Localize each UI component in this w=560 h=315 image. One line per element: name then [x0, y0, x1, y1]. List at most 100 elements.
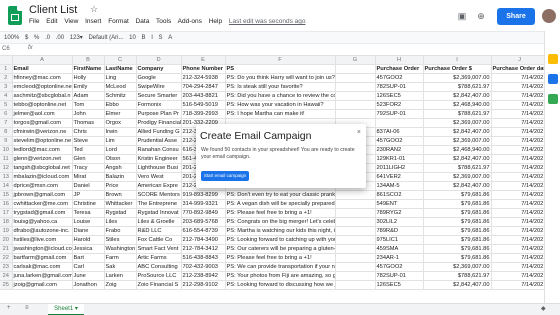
menu-add-ons[interactable]: Add-ons [178, 18, 202, 25]
keep-icon[interactable] [548, 54, 558, 64]
header-ps[interactable]: PS [225, 64, 336, 74]
table-row[interactable]: 4 aschmitz@sbcglobal.n Adam Schmitz Secure S… [0, 91, 549, 101]
table-row[interactable]: 19 dfrabo@autozone-inc. Diane Frabo R&D LLC 6… [0, 226, 549, 236]
cell[interactable]: Vero West [136, 172, 182, 182]
cell[interactable]: Tracy [72, 163, 105, 173]
font-size-menu[interactable]: 10 [129, 32, 136, 44]
cell[interactable]: 7/14/2021 [491, 145, 549, 155]
cell[interactable]: torgox@gmail.com [12, 118, 73, 128]
cell[interactable]: 7/14/2021 [491, 100, 549, 110]
cell[interactable]: 212-238-8942 [181, 271, 226, 281]
cell[interactable]: 7/14/2021 [491, 217, 549, 227]
header-last-name[interactable]: LastName [104, 64, 137, 74]
table-row[interactable]: 23 carlsak@mac.com Carl Sak ABC Consulting 70… [0, 262, 549, 272]
cell[interactable]: PS: Don't even try to eat your classic p… [225, 190, 336, 200]
cell[interactable]: PS: Your photos from Fiji are amazing, s… [225, 271, 336, 281]
bold-button[interactable]: B [142, 32, 146, 44]
cell[interactable]: tangsh@sbcglobal.net [12, 163, 73, 173]
row-number[interactable]: 8 [0, 127, 13, 137]
header-phone[interactable]: Phone Number [181, 64, 226, 74]
cell[interactable]: Kristin Engineer [136, 154, 182, 164]
cell[interactable] [335, 91, 376, 101]
cell[interactable]: PS: Martha is watching our kids this nig… [225, 226, 336, 236]
header-email[interactable]: Email [12, 64, 73, 74]
font-menu[interactable]: Default (Ari... [88, 32, 123, 44]
tasks-icon[interactable] [548, 74, 558, 84]
cell[interactable]: $2,369,007.00 [423, 136, 492, 146]
cell[interactable]: 7/14/2021 [491, 73, 549, 83]
cell[interactable]: Zoig [104, 280, 137, 290]
row-number[interactable]: 15 [0, 190, 13, 200]
decimal-increase-button[interactable]: .00 [56, 32, 64, 44]
cell[interactable]: $2,369,007.00 [423, 73, 492, 83]
cell[interactable]: The Entreprene [136, 199, 182, 209]
cell[interactable]: $79,681.86 [423, 199, 492, 209]
cell[interactable]: 616-554-8739 [181, 226, 226, 236]
cell[interactable]: Allied Funding G [136, 127, 182, 137]
cell[interactable]: Adam [72, 91, 105, 101]
cell[interactable]: 457GOO2 [375, 73, 424, 83]
cell[interactable]: Whittacker [104, 199, 137, 209]
column-header-i[interactable]: I [423, 56, 492, 65]
cell[interactable]: PS: Please feel free to bring a +1! [225, 253, 336, 263]
cell[interactable]: $2,468,940.00 [423, 145, 492, 155]
row-number[interactable]: 19 [0, 226, 13, 236]
avatar[interactable] [542, 9, 556, 23]
cell[interactable] [335, 235, 376, 245]
cell[interactable] [335, 271, 376, 281]
cell[interactable]: Jonathon [72, 280, 105, 290]
last-edit-text[interactable]: Last edit was seconds ago [229, 18, 306, 25]
cell[interactable]: PS: Our caterers will be preparing a glu… [225, 244, 336, 254]
cell[interactable] [335, 109, 376, 119]
cell[interactable]: 789R&D [375, 226, 424, 236]
column-header-g[interactable]: G [335, 56, 376, 65]
row-number[interactable]: 17 [0, 208, 13, 218]
tab-sheet1[interactable]: Sheet1 ▾ [48, 304, 84, 315]
cell[interactable]: aschmitz@sbcglobal.n [12, 91, 73, 101]
cell[interactable]: 549ENT [375, 199, 424, 209]
cell[interactable]: $79,681.86 [423, 208, 492, 218]
cell[interactable]: $2,369,007.00 [423, 118, 492, 128]
row-number[interactable]: 21 [0, 244, 13, 254]
cell[interactable]: June [72, 271, 105, 281]
menu-help[interactable]: Help [209, 18, 222, 25]
cell[interactable]: Bart [72, 253, 105, 263]
decimal-decrease-button[interactable]: .0 [45, 32, 50, 44]
cell[interactable]: 7/14/2021 [491, 136, 549, 146]
cell[interactable]: Prudential Asse [136, 136, 182, 146]
calendar-icon[interactable] [548, 94, 558, 104]
cell[interactable]: Sak [104, 262, 137, 272]
cell[interactable]: Thomas [72, 118, 105, 128]
header-blank[interactable] [335, 64, 376, 74]
add-sheet-icon[interactable]: + [7, 305, 11, 311]
column-header-j[interactable]: J [491, 56, 549, 65]
cell[interactable]: ProSource LLC [136, 271, 182, 281]
row-number[interactable]: 24 [0, 271, 13, 281]
cell[interactable]: 2011LIGH2 [375, 163, 424, 173]
cell[interactable]: 234AR-1 [375, 253, 424, 263]
cell[interactable]: Prodigy Financial [136, 118, 182, 128]
cell[interactable]: Carl [72, 262, 105, 272]
cell[interactable]: $79,681.86 [423, 190, 492, 200]
cell[interactable]: PS: We can provide transportation if you… [225, 262, 336, 272]
cell[interactable]: Irwin [104, 127, 137, 137]
row-number[interactable]: 13 [0, 172, 13, 182]
cell[interactable]: 523FOR2 [375, 100, 424, 110]
cell[interactable]: $788,621.97 [423, 109, 492, 119]
table-row[interactable]: 6 jelmer@aol.com John Elmer Purpose Plan Pr 7… [0, 109, 549, 119]
column-header-a[interactable]: A [12, 56, 73, 65]
cell[interactable]: jzoig@gmail.com [12, 280, 73, 290]
cell[interactable]: Price [104, 181, 137, 191]
table-row[interactable]: 24 juna.larken@gmail.com June Larken ProSour… [0, 271, 549, 281]
currency-button[interactable]: $ [25, 32, 28, 44]
cell[interactable]: PS: A vegan dish will be specially prepa… [225, 199, 336, 209]
cell[interactable]: 516-438-8843 [181, 253, 226, 263]
column-header-e[interactable]: E [181, 56, 226, 65]
table-row[interactable]: 3 emcleod@optonline.ne Emily McLeod SwipeWir… [0, 82, 549, 92]
cell[interactable]: $2,842,407.00 [423, 127, 492, 137]
cell[interactable] [335, 244, 376, 254]
cell[interactable]: jpbrown@gmail.com [12, 190, 73, 200]
cell[interactable] [335, 199, 376, 209]
cell[interactable]: 975LIC1 [375, 235, 424, 245]
cell[interactable] [335, 280, 376, 290]
